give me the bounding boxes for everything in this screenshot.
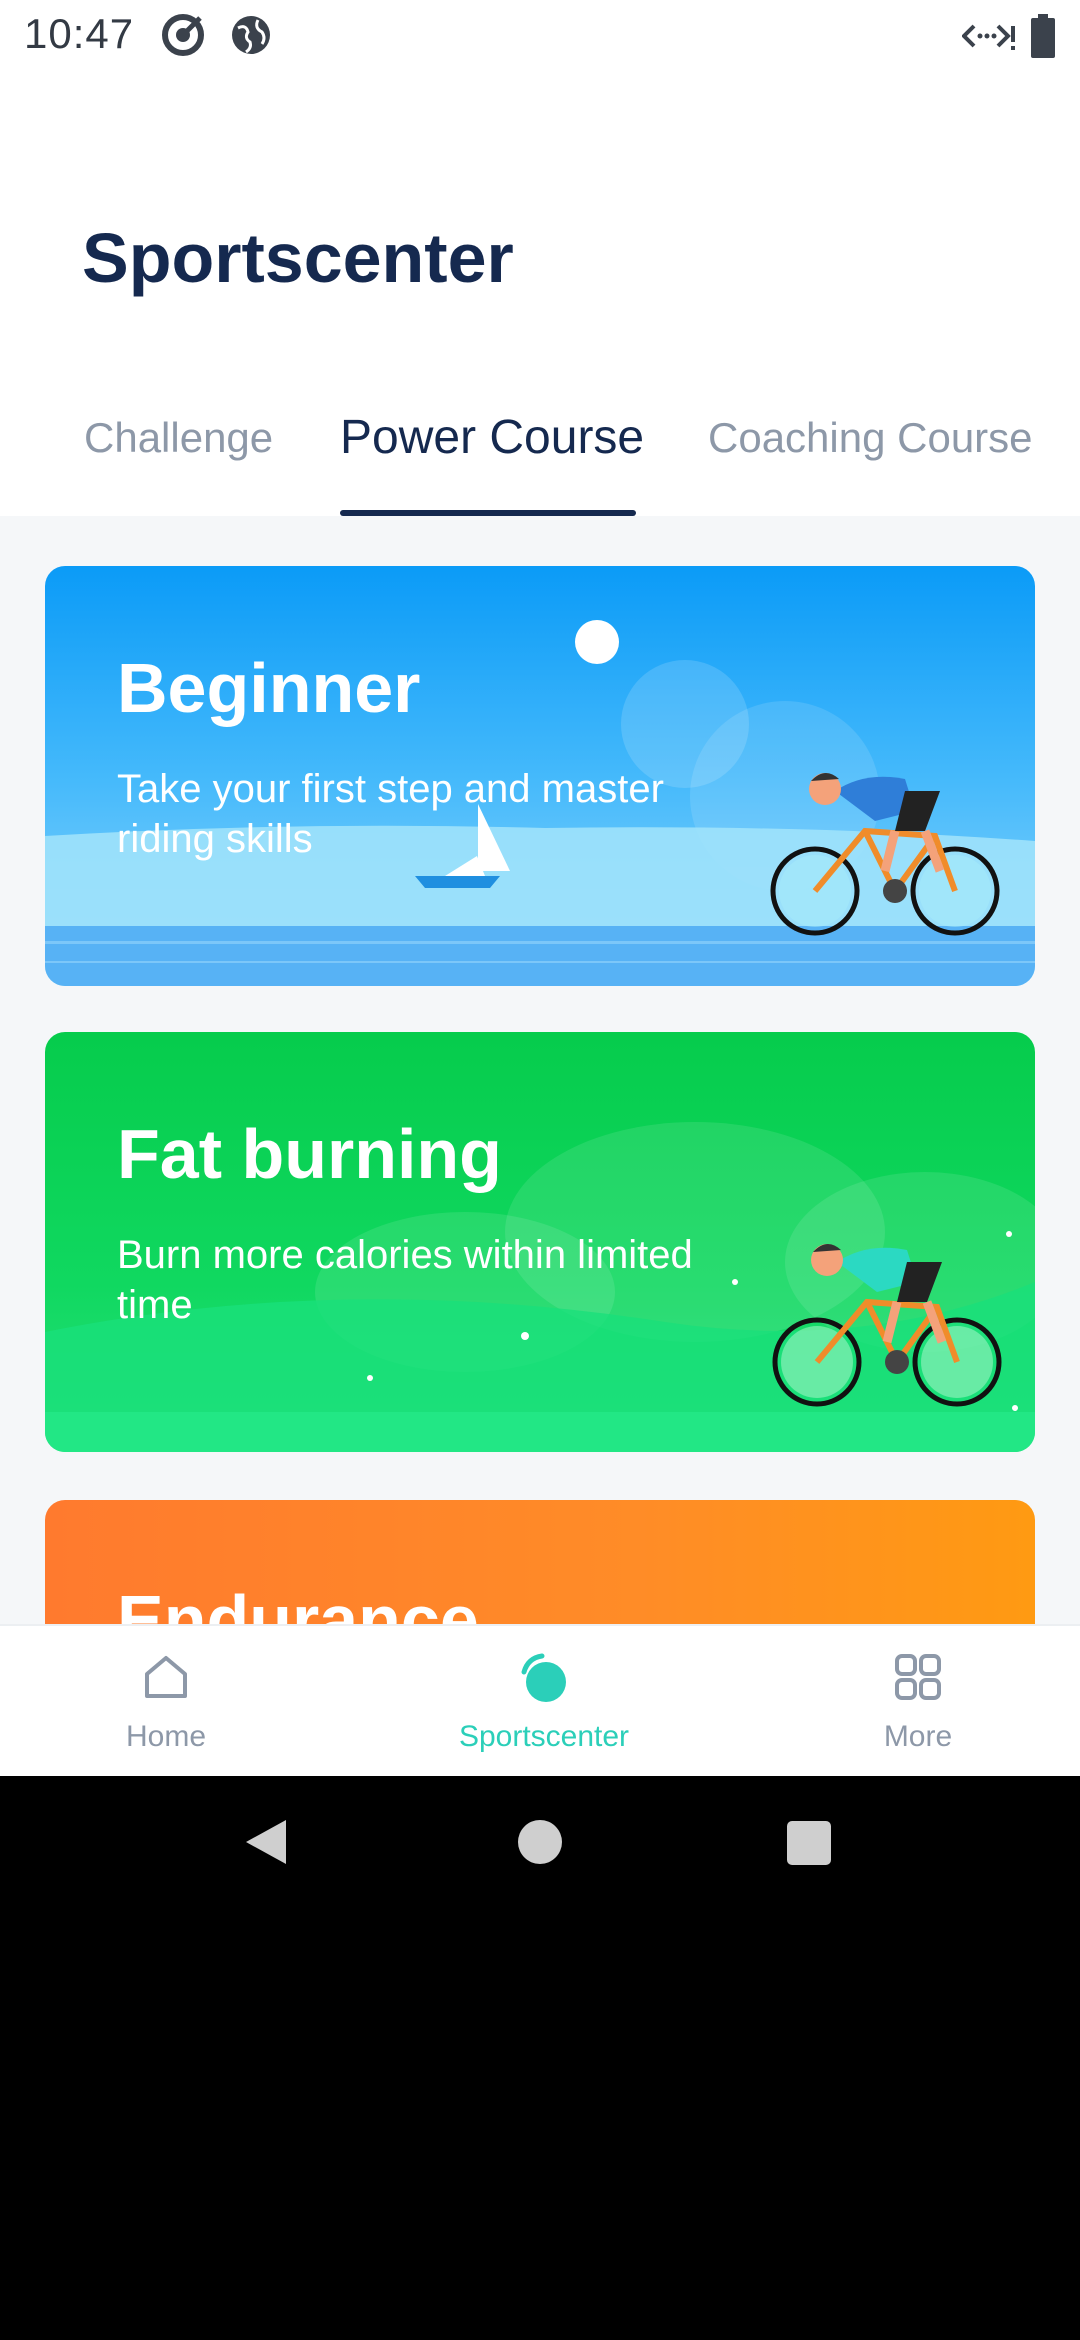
recents-icon[interactable] — [786, 1820, 832, 1871]
target-icon — [160, 12, 206, 63]
nav-label-home: Home — [125, 1720, 207, 1753]
course-card-fat-burning[interactable]: Fat burning Burn more calories within li… — [45, 1032, 1035, 1452]
course-list[interactable]: Beginner Take your first step and master… — [0, 516, 1080, 1624]
course-card-beginner[interactable]: Beginner Take your first step and master… — [45, 566, 1035, 986]
page-title: Sportscenter — [82, 219, 514, 297]
nav-sportscenter[interactable]: Sportscenter — [394, 1626, 694, 1776]
card-title-beginner: Beginner — [117, 649, 421, 727]
course-card-endurance[interactable]: Endurance — [45, 1500, 1035, 1624]
nav-home[interactable]: Home — [16, 1626, 316, 1776]
status-bar: 10:47 — [0, 0, 1080, 72]
globe-icon — [228, 12, 274, 63]
card-description-beginner: Take your first step and master riding s… — [117, 767, 664, 861]
card-description-fat-burning: Burn more calories within limited time — [117, 1233, 693, 1327]
home-icon — [141, 1652, 191, 1707]
system-navigation-bar — [0, 1776, 1080, 1916]
back-icon[interactable] — [242, 1816, 290, 1873]
tab-coaching-course[interactable]: Coaching Course — [708, 414, 1033, 462]
grid-icon — [893, 1652, 943, 1707]
nav-more[interactable]: More — [768, 1626, 1068, 1776]
battery-icon — [1030, 14, 1056, 63]
nav-label-more: More — [883, 1720, 953, 1753]
bottom-navigation: Home Sportscenter More — [0, 1624, 1080, 1776]
data-signal-icon — [961, 16, 1016, 61]
home-button-icon[interactable] — [516, 1818, 564, 1871]
app-screen: 10:47 Sportscenter Challenge Power Cours… — [0, 0, 1080, 1776]
card-title-endurance: Endurance — [117, 1581, 479, 1624]
course-tabs: Challenge Power Course Coaching Course — [0, 400, 1080, 516]
status-time: 10:47 — [24, 10, 135, 57]
card-title-fat-burning: Fat burning — [117, 1115, 502, 1193]
sportscenter-icon — [516, 1652, 572, 1713]
nav-label-sportscenter: Sportscenter — [458, 1720, 630, 1753]
tab-power-course[interactable]: Power Course — [340, 410, 644, 465]
tab-challenge[interactable]: Challenge — [84, 414, 273, 462]
